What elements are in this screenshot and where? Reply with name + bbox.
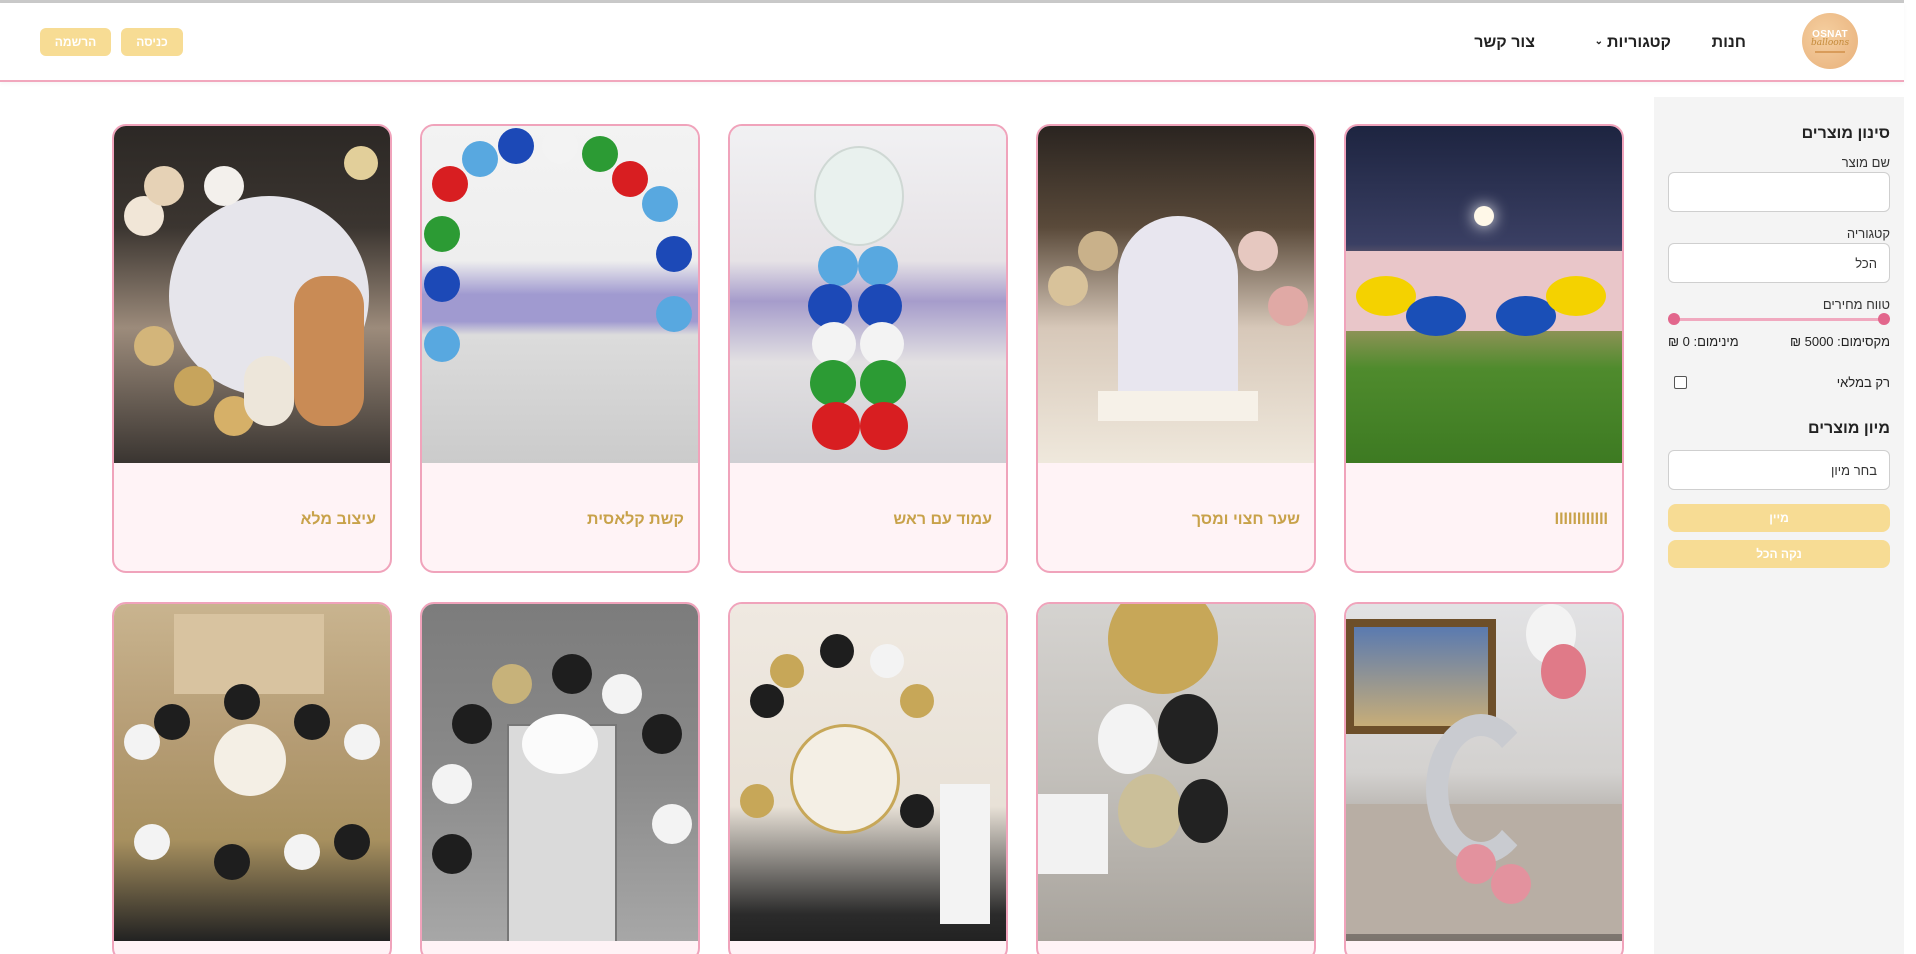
- filter-title: סינון מוצרים: [1801, 125, 1890, 142]
- chevron-down-icon: ⌄: [1594, 35, 1603, 47]
- category-label: קטגוריה: [1846, 226, 1890, 241]
- product-image: [114, 126, 390, 463]
- product-image: [1038, 126, 1314, 463]
- filter-sidebar: סינון מוצרים שם מוצר קטגוריה הכל טווח מח…: [1654, 97, 1904, 954]
- product-image: [730, 126, 1006, 463]
- product-card[interactable]: [112, 602, 392, 954]
- product-card[interactable]: עמוד עם ראש: [728, 124, 1008, 573]
- register-button[interactable]: הרשמה: [40, 28, 111, 56]
- product-name-input[interactable]: [1668, 172, 1890, 212]
- price-range-track: [1674, 318, 1884, 321]
- sort-button[interactable]: מיין: [1668, 504, 1890, 532]
- price-range-slider[interactable]: [1668, 312, 1890, 326]
- nav-shop-link[interactable]: חנות: [1712, 34, 1746, 52]
- main-nav: חנות קטגוריות ⌄ צור קשר: [0, 3, 1904, 82]
- product-card[interactable]: [728, 602, 1008, 954]
- sort-title: מיון מוצרים: [1808, 420, 1890, 437]
- in-stock-filter[interactable]: רק במלאי: [1668, 375, 1890, 390]
- product-card[interactable]: עיצוב מלא: [112, 124, 392, 573]
- price-range-label: טווח מחירים: [1822, 297, 1890, 312]
- product-name: עמוד עם ראש: [893, 511, 992, 528]
- in-stock-label: רק במלאי: [1836, 375, 1890, 390]
- price-max-value: מקסימום: 5000 ₪: [1789, 334, 1890, 349]
- sort-select[interactable]: בחר מיון: [1668, 450, 1890, 490]
- price-min-value: מינימום: 0 ₪: [1668, 334, 1739, 349]
- product-card[interactable]: [1036, 602, 1316, 954]
- product-name-label: שם מוצר: [1841, 155, 1890, 170]
- site-header: OSNAT balloons חנות קטגוריות⌄ צור קשר כנ…: [0, 3, 1904, 82]
- product-name: עיצוב מלא: [300, 511, 377, 528]
- in-stock-checkbox[interactable]: [1674, 376, 1687, 389]
- product-image: [422, 126, 698, 463]
- product-card[interactable]: שער חצוי ומסך: [1036, 124, 1316, 573]
- nav-categories-dropdown[interactable]: קטגוריות ⌄: [1595, 34, 1671, 52]
- product-name: קשת קלאסית: [587, 511, 684, 528]
- clear-filters-button[interactable]: נקה הכל: [1668, 540, 1890, 568]
- product-image: [1346, 604, 1622, 941]
- login-button[interactable]: כניסה: [121, 28, 183, 56]
- product-card[interactable]: llllllllllll: [1344, 124, 1624, 573]
- product-image: [1038, 604, 1314, 941]
- product-image: [730, 604, 1006, 941]
- nav-categories-label: קטגוריות: [1607, 33, 1671, 51]
- category-select[interactable]: הכל: [1668, 243, 1890, 283]
- product-card[interactable]: קשת קלאסית: [420, 124, 700, 573]
- product-image: [422, 604, 698, 941]
- price-min-handle[interactable]: [1668, 313, 1680, 325]
- product-card[interactable]: [420, 602, 700, 954]
- price-max-handle[interactable]: [1878, 313, 1890, 325]
- product-name: llllllllllll: [1554, 511, 1608, 528]
- product-card[interactable]: [1344, 602, 1624, 954]
- product-name: שער חצוי ומסך: [1191, 511, 1300, 528]
- product-image: [114, 604, 390, 941]
- nav-contact-link[interactable]: צור קשר: [1474, 34, 1535, 52]
- product-image: [1346, 126, 1622, 463]
- price-range-values: מקסימום: 5000 ₪ מינימום: 0 ₪: [1668, 334, 1890, 349]
